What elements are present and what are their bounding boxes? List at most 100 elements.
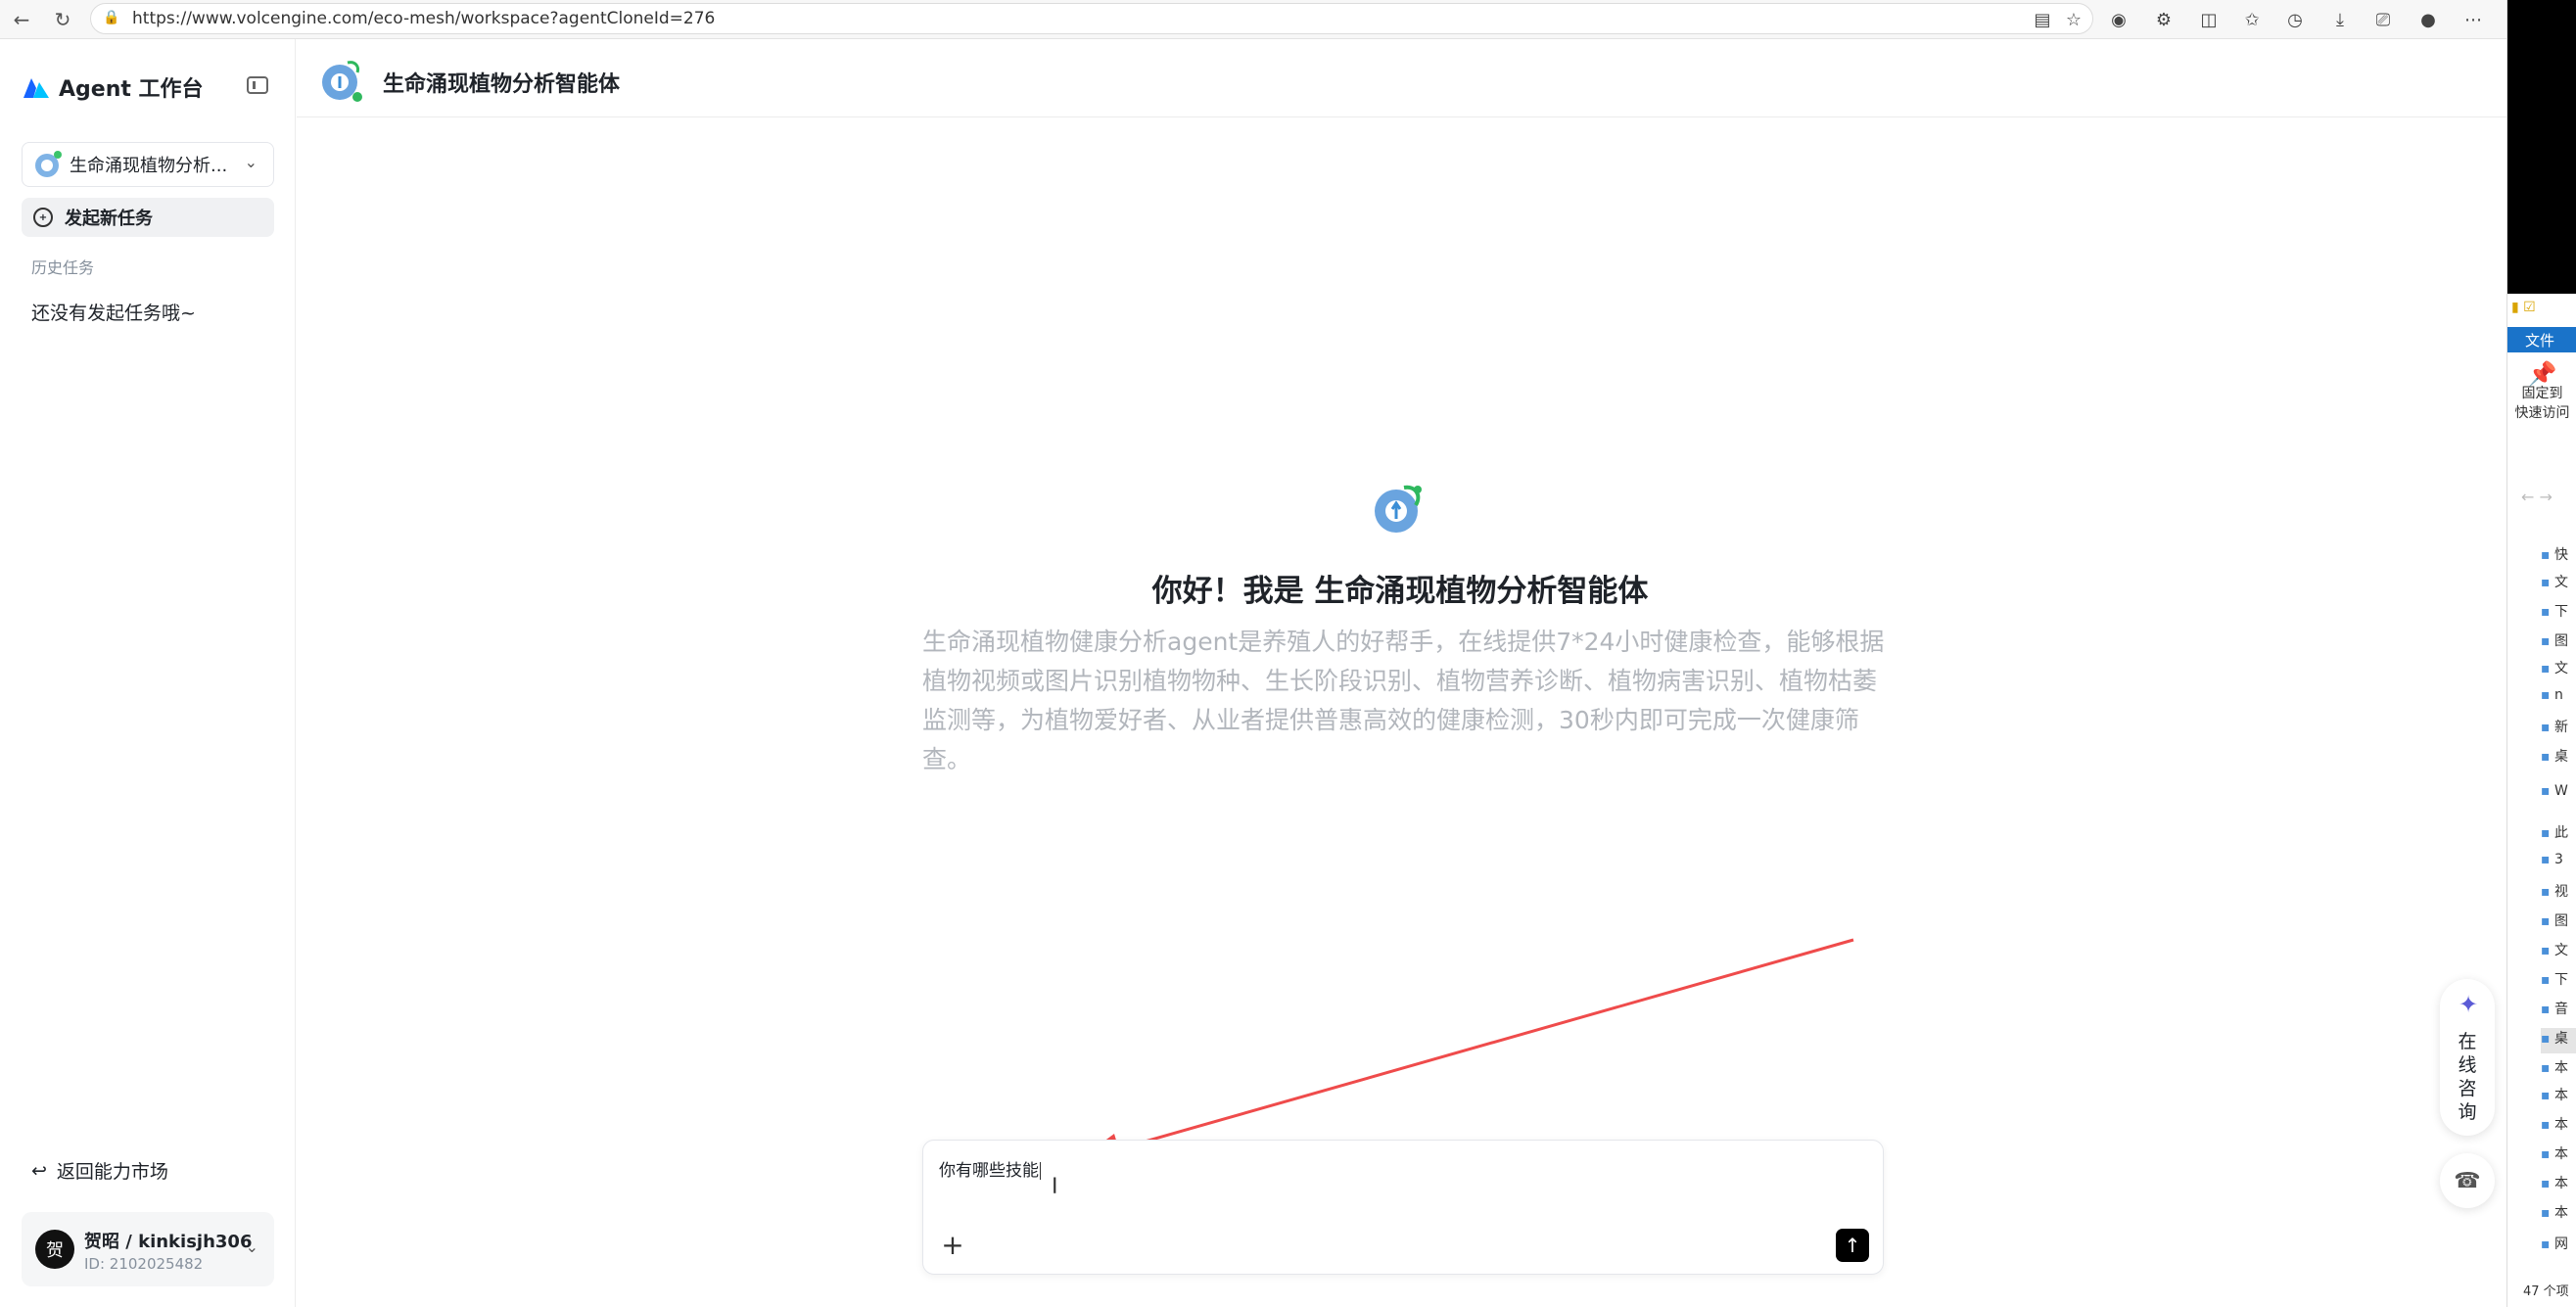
chat-input[interactable]: 你有哪些技能 <box>939 1156 1041 1181</box>
folder-icon: ▪ <box>2541 884 2554 900</box>
screenshot-icon[interactable]: ⎚ <box>2369 6 2397 33</box>
chat-input-box[interactable]: 你有哪些技能 + ↑ <box>922 1140 1884 1275</box>
folder-icon: ▪ <box>2541 1205 2554 1221</box>
explorer-nav-item[interactable]: ▪ 本 <box>2541 1057 2576 1083</box>
folder-icon: ▪ <box>2541 852 2554 867</box>
explorer-nav-label: 本 <box>2553 1176 2568 1191</box>
explorer-nav-item[interactable]: ▪ 本 <box>2541 1202 2576 1228</box>
explorer-nav-item[interactable]: ▪ 下 <box>2541 601 2576 627</box>
explorer-nav-label: 下 <box>2553 972 2568 988</box>
folder-icon: ▪ <box>2541 943 2554 958</box>
add-attachment-button[interactable]: + <box>937 1229 968 1261</box>
reload-icon[interactable]: ↻ <box>49 6 76 33</box>
explorer-nav-item[interactable]: ▪ 音 <box>2541 999 2576 1024</box>
annotation-arrow-line <box>1096 938 1854 1157</box>
agent-select-label: 生命涌现植物分析... <box>70 156 228 176</box>
new-task-button[interactable]: + 发起新任务 <box>22 198 274 237</box>
explorer-nav-item[interactable]: ▪ 文 <box>2541 572 2576 597</box>
online-consult-button[interactable]: ✦ 在线咨询 <box>2440 979 2495 1136</box>
folder-icon: ▪ <box>2541 825 2554 841</box>
explorer-nav-item[interactable]: ▪ 桌 <box>2541 746 2576 771</box>
profile-ext-icon[interactable]: ◉ <box>2105 6 2132 33</box>
explorer-nav-label: 音 <box>2553 1002 2568 1017</box>
back-market-label: 返回能力市场 <box>56 1161 168 1183</box>
folder-icon: ▪ <box>2541 1176 2554 1191</box>
folder-icon: ▪ <box>2541 1060 2554 1076</box>
address-bar[interactable]: 🔒 https://www.volcengine.com/eco-mesh/wo… <box>90 3 2093 34</box>
page-title: 生命涌现植物分析智能体 <box>383 72 621 97</box>
pin-quick-access-button[interactable]: 📌 固定到 快速访问 <box>2507 360 2576 423</box>
history-empty-text: 还没有发起任务哦~ <box>31 303 196 324</box>
explorer-nav-label: 快 <box>2553 547 2568 563</box>
explorer-nav-label: 文 <box>2553 661 2568 677</box>
explorer-nav-label: 本 <box>2553 1088 2568 1103</box>
explorer-nav-item[interactable]: ▪ 图 <box>2541 630 2576 656</box>
sidebar-collapse-icon[interactable] <box>247 76 268 94</box>
folder-icon: ▪ <box>2541 633 2554 649</box>
main-header: 生命涌现植物分析智能体 <box>297 39 2506 117</box>
explorer-nav-item[interactable]: ▪ 视 <box>2541 881 2576 907</box>
folder-icon: ▪ <box>2541 749 2554 765</box>
history-icon[interactable]: ◷ <box>2281 6 2309 33</box>
favorite-star-icon[interactable]: ☆ <box>2060 6 2087 33</box>
text-cursor-icon: Ι <box>1052 1175 1058 1199</box>
welcome-description: 生命涌现植物健康分析agent是养殖人的好帮手，在线提供7*24小时健康检查，能… <box>922 628 1885 773</box>
explorer-nav-label: 新 <box>2553 720 2568 735</box>
explorer-nav-item[interactable]: ▪ 文 <box>2541 658 2576 683</box>
download-icon[interactable]: ⤓ <box>2326 6 2354 33</box>
extensions-icon[interactable]: ⚙ <box>2150 6 2178 33</box>
agent-logo-icon <box>1375 485 1422 533</box>
avatar-icon[interactable]: ● <box>2414 6 2442 33</box>
back-icon[interactable]: ← <box>8 6 35 33</box>
browser-toolbar: ← ↻ 🔒 https://www.volcengine.com/eco-mes… <box>0 0 2506 39</box>
explorer-nav-item[interactable]: ▪ 新 <box>2541 717 2576 742</box>
pin-icon: 📌 <box>2527 360 2557 388</box>
explorer-nav-label: 桌 <box>2553 1031 2568 1047</box>
explorer-nav-item[interactable]: ▪ 本 <box>2541 1144 2576 1169</box>
explorer-nav-label: 图 <box>2553 913 2568 929</box>
reader-icon[interactable]: ▤ <box>2029 6 2056 33</box>
explorer-nav-label: 图 <box>2553 633 2568 649</box>
explorer-nav-label: 本 <box>2553 1060 2568 1076</box>
explorer-nav-item[interactable]: ▪ 图 <box>2541 910 2576 936</box>
explorer-nav-item[interactable]: ▪ 文 <box>2541 940 2576 965</box>
explorer-nav-item[interactable]: ▪ 3 <box>2541 852 2576 877</box>
folder-icon: ▪ <box>2541 604 2554 620</box>
explorer-nav-item[interactable]: ▪ 快 <box>2541 544 2576 570</box>
phone-icon[interactable]: ☎ <box>2440 1153 2495 1208</box>
folder-icon: ▪ <box>2541 1031 2554 1047</box>
explorer-nav-item[interactable]: ▪ 本 <box>2541 1085 2576 1110</box>
favorites-icon[interactable]: ✩ <box>2238 6 2266 33</box>
back-to-market-link[interactable]: ↩ 返回能力市场 <box>31 1157 168 1184</box>
explorer-nav-label: 本 <box>2553 1205 2568 1221</box>
app-title: Agent 工作台 <box>59 77 204 102</box>
explorer-nav-item[interactable]: ▪ 下 <box>2541 969 2576 995</box>
explorer-nav-item[interactable]: ▪ 网 <box>2541 1234 2576 1259</box>
folder-icon: ▪ <box>2541 720 2554 735</box>
explorer-file-tab[interactable]: 文件 <box>2507 327 2576 352</box>
folder-icon: ▪ <box>2541 1002 2554 1017</box>
chevron-down-icon[interactable]: ⌄ <box>246 1237 258 1256</box>
more-icon[interactable]: ⋯ <box>2459 6 2487 33</box>
chevron-down-icon: ⌄ <box>244 153 258 171</box>
explorer-nav-item[interactable]: ▪ 此 <box>2541 822 2576 848</box>
explorer-nav-item[interactable]: ▪ n <box>2541 687 2576 713</box>
explorer-nav-item[interactable]: ▪ 桌 <box>2541 1028 2576 1053</box>
agent-select[interactable]: 生命涌现植物分析... ⌄ <box>22 142 274 187</box>
explorer-nav-label: 本 <box>2553 1146 2568 1162</box>
send-button[interactable]: ↑ <box>1836 1229 1869 1262</box>
chat-plus-icon: + <box>33 208 53 227</box>
split-screen-icon[interactable]: ◫ <box>2195 6 2223 33</box>
explorer-nav-item[interactable]: ▪ W <box>2541 783 2576 809</box>
explorer-nav-label: 本 <box>2553 1117 2568 1133</box>
explorer-nav-label: 此 <box>2553 825 2568 841</box>
nav-arrows[interactable]: ← → <box>2521 488 2553 506</box>
user-card[interactable]: 贺 贺昭 / kinkisjh306 ID: 2102025482 ⌄ <box>22 1212 274 1286</box>
explorer-nav-item[interactable]: ▪ 本 <box>2541 1114 2576 1140</box>
explorer-nav-item[interactable]: ▪ 本 <box>2541 1173 2576 1198</box>
lock-icon: 🔒 <box>103 10 120 25</box>
history-section-label: 历史任务 <box>31 258 95 277</box>
folder-icon: ▪ <box>2541 547 2554 563</box>
explorer-nav-label: 下 <box>2553 604 2568 620</box>
explorer-nav-label: 文 <box>2553 943 2568 958</box>
